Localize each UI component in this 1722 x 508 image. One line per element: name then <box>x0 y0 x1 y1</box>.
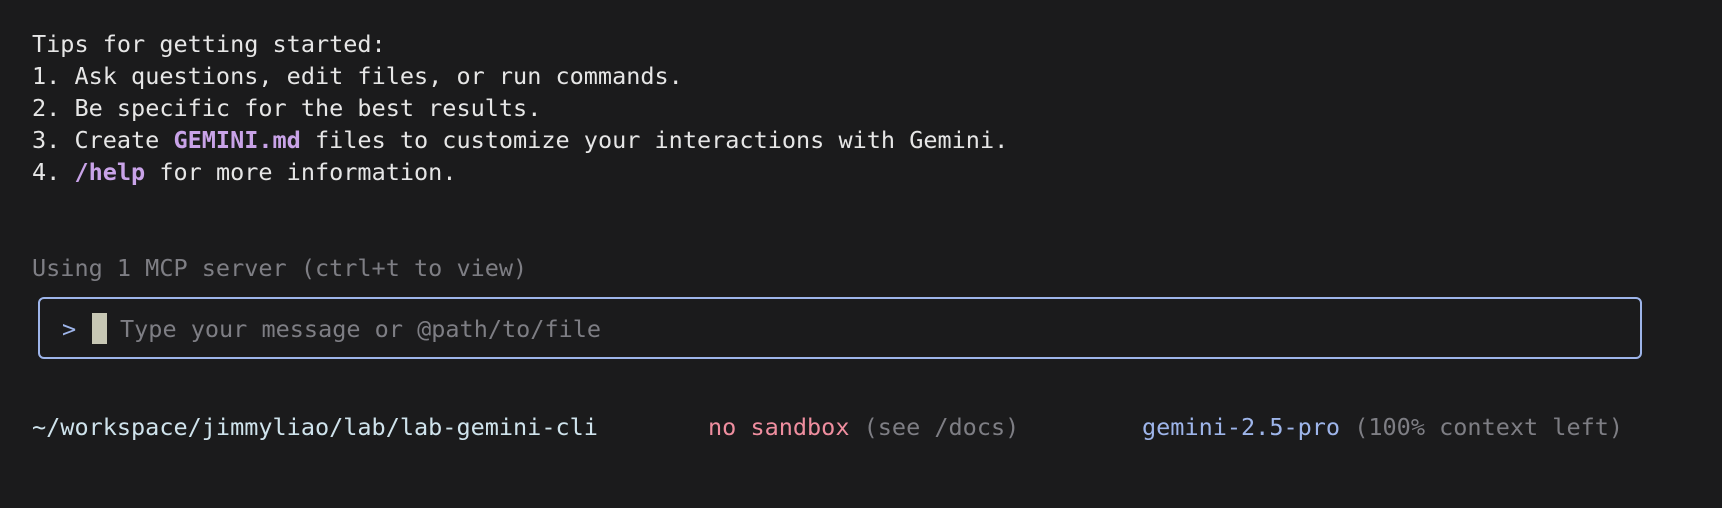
cursor-block <box>92 313 107 344</box>
prompt-chevron-icon: > <box>62 315 77 343</box>
status-footer: ~/workspace/jimmyliao/lab/lab-gemini-cli… <box>32 411 1692 443</box>
gemini-md-highlight: GEMINI.md <box>173 126 301 154</box>
mcp-status: Using 1 MCP server (ctrl+t to view) <box>32 254 528 282</box>
prompt-box[interactable]: > <box>38 297 1642 359</box>
tip-prefix: 3. Create <box>32 126 174 154</box>
tip-text: Ask questions, edit files, or run comman… <box>74 62 683 90</box>
tip-prefix: 4. <box>32 158 75 186</box>
terminal-output: Tips for getting started: 1. Ask questio… <box>32 28 1692 284</box>
tip-item-4: 4. /help for more information. <box>32 156 1692 188</box>
tip-suffix: files to customize your interactions wit… <box>300 126 1009 154</box>
tip-item-3: 3. Create GEMINI.md files to customize y… <box>32 124 1692 156</box>
sandbox-label: no sandbox <box>708 413 850 441</box>
tip-text: Be specific for the best results. <box>74 94 542 122</box>
context-remaining: (100% context left) <box>1354 413 1624 441</box>
tip-suffix: for more information. <box>145 158 457 186</box>
model-name: gemini-2.5-pro <box>1142 413 1341 441</box>
tip-prefix: 2. <box>32 94 75 122</box>
model-status: gemini-2.5-pro (100% context left) <box>1142 411 1623 443</box>
tip-item-1: 1. Ask questions, edit files, or run com… <box>32 60 1692 92</box>
tip-item-2: 2. Be specific for the best results. <box>32 92 1692 124</box>
tip-prefix: 1. <box>32 62 75 90</box>
sandbox-note: (see /docs) <box>863 413 1020 441</box>
help-command-highlight: /help <box>74 158 146 186</box>
sandbox-status: no sandbox (see /docs) <box>708 411 1019 443</box>
tips-heading: Tips for getting started: <box>32 30 386 58</box>
cwd-path: ~/workspace/jimmyliao/lab/lab-gemini-cli <box>32 413 598 441</box>
message-input[interactable] <box>120 309 1620 349</box>
